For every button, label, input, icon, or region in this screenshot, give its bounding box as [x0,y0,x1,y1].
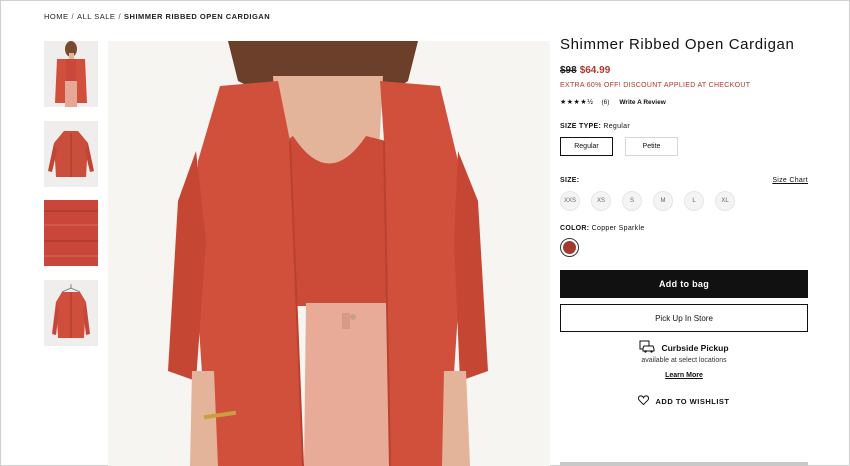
thumbnail-model-front[interactable] [44,41,98,107]
review-count[interactable]: (6) [601,99,609,106]
breadcrumb: HOME / ALL SALE / SHIMMER RIBBED OPEN CA… [44,12,270,21]
size-chart-link[interactable]: Size Chart [772,177,808,184]
size-type-label-text: SIZE TYPE: [560,123,602,130]
size-options: XXS XS S M L XL [560,191,808,211]
size-option-s[interactable]: S [622,191,642,211]
size-option-m[interactable]: M [653,191,673,211]
breadcrumb-all-sale[interactable]: ALL SALE [77,12,115,21]
color-swatch-copper-sparkle[interactable] [560,238,579,257]
price-row: $98 $64.99 [560,65,808,76]
curbside-car-icon [639,340,655,355]
color-value: Copper Sparkle [591,225,645,232]
curbside-pickup-info: Curbside Pickup available at select loca… [560,340,808,382]
size-header: SIZE: Size Chart [560,177,808,184]
thumbnail-hanger[interactable] [44,280,98,346]
curbside-subtitle: available at select locations [641,357,727,364]
heart-icon [638,395,650,407]
learn-more-link[interactable]: Learn More [665,372,703,379]
review-row: ★★★★½ (6) Write A Review [560,98,808,107]
size-option-xxs[interactable]: XXS [560,191,580,211]
pick-up-in-store-button[interactable]: Pick Up In Store [560,304,808,332]
size-option-l[interactable]: L [684,191,704,211]
sale-price: $64.99 [579,65,611,76]
size-type-options: Regular Petite [560,137,808,156]
breadcrumb-separator: / [118,12,122,21]
original-price: $98 [560,65,577,76]
scroll-edge [560,462,808,466]
add-to-bag-button[interactable]: Add to bag [560,270,808,298]
size-type-petite-button[interactable]: Petite [625,137,678,156]
color-label-text: COLOR: [560,225,590,232]
star-rating-icon[interactable]: ★★★★½ [560,98,593,106]
thumbnail-flat-lay[interactable] [44,121,98,187]
thumbnail-fabric-detail[interactable] [44,200,98,266]
size-option-xs[interactable]: XS [591,191,611,211]
breadcrumb-home[interactable]: HOME [44,12,69,21]
size-option-xl[interactable]: XL [715,191,735,211]
curbside-title: Curbside Pickup [661,342,729,353]
color-swatch-fill [563,241,576,254]
write-review-link[interactable]: Write A Review [619,99,665,106]
size-type-regular-button[interactable]: Regular [560,137,613,156]
curbside-heading: Curbside Pickup [560,340,808,355]
add-to-wishlist-button[interactable]: ADD TO WISHLIST [560,395,808,407]
size-label: SIZE: [560,177,580,184]
size-type-value: Regular [603,123,630,130]
size-type-label: SIZE TYPE: Regular [560,123,808,130]
breadcrumb-current: SHIMMER RIBBED OPEN CARDIGAN [124,12,271,21]
color-label: COLOR: Copper Sparkle [560,225,808,232]
main-product-image[interactable] [108,41,550,466]
breadcrumb-separator: / [71,12,75,21]
promo-message: EXTRA 60% OFF! DISCOUNT APPLIED AT CHECK… [560,82,751,89]
wishlist-label: ADD TO WISHLIST [655,396,730,406]
product-title: Shimmer Ribbed Open Cardigan [560,36,795,53]
product-info: Shimmer Ribbed Open Cardigan $98 $64.99 … [560,36,808,407]
